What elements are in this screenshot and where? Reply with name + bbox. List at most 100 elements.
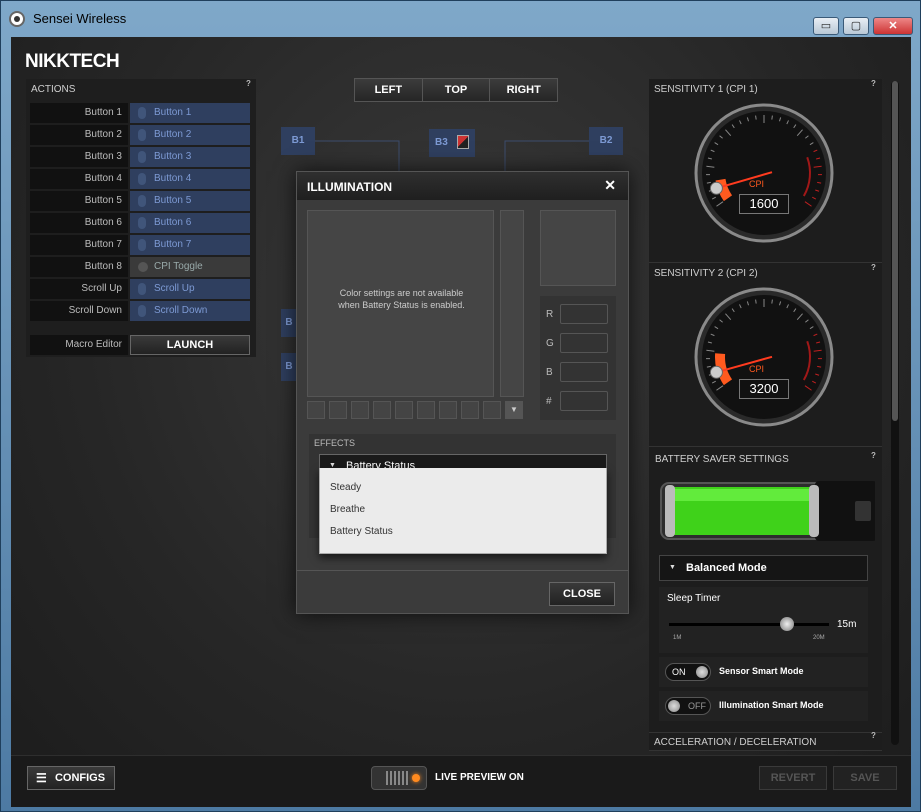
hex-label: # <box>546 396 552 407</box>
window-title: Sensei Wireless <box>33 11 127 26</box>
r-field[interactable] <box>560 304 608 324</box>
color-swatch[interactable] <box>351 401 369 419</box>
cpi-2-value[interactable]: 3200 <box>739 379 789 399</box>
effects-label: EFFECTS <box>314 438 356 448</box>
dialog-title: ILLUMINATION <box>307 180 393 194</box>
battery-icon <box>660 481 875 541</box>
gauge-tick <box>706 365 711 368</box>
node-b3-label: B3 <box>435 137 448 148</box>
cpi-1-label: CPI <box>749 179 765 189</box>
node-partial-2[interactable]: B <box>281 353 297 381</box>
option-battery-status[interactable]: Battery Status <box>330 526 393 537</box>
color-swatch[interactable] <box>417 401 435 419</box>
color-preview <box>540 210 616 286</box>
sleep-slider-track[interactable] <box>669 623 829 626</box>
effects-dropdown: Steady Breathe Battery Status <box>319 468 607 554</box>
color-picker-area[interactable]: Color settings are not available when Ba… <box>307 210 494 397</box>
cpi-2-gauge[interactable]: CPI 3200 <box>694 287 834 427</box>
battery-mode-value: Balanced Mode <box>686 562 767 574</box>
revert-button[interactable]: REVERT <box>759 766 827 790</box>
close-button[interactable]: ✕ <box>873 17 913 35</box>
color-swatch[interactable] <box>373 401 391 419</box>
gauge-knob <box>709 181 723 195</box>
gauge-tick <box>817 181 822 184</box>
g-field[interactable] <box>560 333 608 353</box>
sleep-slider-knob[interactable] <box>779 617 794 631</box>
cpi-1-gauge[interactable]: CPI 1600 <box>694 103 834 243</box>
b-label: B <box>546 367 553 378</box>
configs-button[interactable]: ☰ CONFIGS <box>27 766 115 790</box>
sensor-smart-toggle[interactable]: ON <box>665 663 711 681</box>
color-swatch[interactable] <box>395 401 413 419</box>
illum-smart-toggle[interactable]: OFF <box>665 697 711 715</box>
color-swatch[interactable] <box>461 401 479 419</box>
dialog-header: ILLUMINATION ✕ <box>297 172 628 200</box>
sensor-smart-row: ON Sensor Smart Mode <box>659 657 868 687</box>
hex-field[interactable] <box>560 391 608 411</box>
battery-help-icon[interactable]: ? <box>871 451 876 460</box>
node-b2[interactable]: B2 <box>589 127 623 155</box>
app-client: NIKKTECH ACTIONS ? Button 1 Button 1 Butto… <box>11 37 911 807</box>
gauge-tick <box>755 115 757 120</box>
gauge-knob <box>709 365 723 379</box>
sensitivity-1-help-icon[interactable]: ? <box>871 79 876 88</box>
node-b3[interactable]: B3 <box>429 129 475 157</box>
sensitivity-1-title: SENSITIVITY 1 (CPI 1) <box>654 84 758 95</box>
battery-mode-select[interactable]: ▼ Balanced Mode <box>659 555 868 581</box>
dialog-close-icon[interactable]: ✕ <box>604 177 616 194</box>
sensitivity-2-help-icon[interactable]: ? <box>871 263 876 272</box>
node-b1[interactable]: B1 <box>281 127 315 155</box>
illum-smart-row: OFF Illumination Smart Mode <box>659 691 868 721</box>
app-window: Sensei Wireless ▭ ▢ ✕ NIKKTECH ACTIONS ?… <box>0 0 921 812</box>
cpi-2-label: CPI <box>749 364 765 374</box>
cpi-1-value[interactable]: 1600 <box>739 194 789 214</box>
illum-smart-label: Illumination Smart Mode <box>719 700 824 710</box>
battery-saver-panel: BATTERY SAVER SETTINGS ? ▼ Balanced Mode… <box>649 447 882 733</box>
color-swatch-icon <box>457 135 469 149</box>
sensor-smart-label: Sensor Smart Mode <box>719 666 804 676</box>
mode-chevron-down-icon: ▼ <box>669 564 676 571</box>
dialog-close-button[interactable]: CLOSE <box>549 582 615 606</box>
gauge-tick <box>771 115 773 120</box>
illum-toggle-state: OFF <box>688 701 706 711</box>
app-icon <box>9 11 25 27</box>
gauge-tick <box>817 365 822 368</box>
scrollbar-thumb[interactable] <box>892 81 898 421</box>
bottom-bar: ☰ CONFIGS LIVE PREVIEW ON REVERT SAVE <box>11 755 911 807</box>
maximize-button[interactable]: ▢ <box>843 17 869 35</box>
b-field[interactable] <box>560 362 608 382</box>
save-button[interactable]: SAVE <box>833 766 897 790</box>
color-swatch[interactable] <box>483 401 501 419</box>
toggle-grip-icon <box>386 771 408 785</box>
acceleration-help-icon[interactable]: ? <box>871 731 876 740</box>
minimize-button[interactable]: ▭ <box>813 17 839 35</box>
sleep-min-label: 1M <box>673 635 682 641</box>
sleep-timer-panel: Sleep Timer 15m 1M 20M <box>659 587 868 653</box>
swatch-dropdown-icon[interactable]: ▼ <box>505 401 523 419</box>
option-steady[interactable]: Steady <box>330 482 361 493</box>
live-preview-toggle[interactable] <box>371 766 427 790</box>
color-swatch[interactable] <box>329 401 347 419</box>
cpi-1-gauge-dial <box>694 103 834 243</box>
title-bar[interactable]: Sensei Wireless ▭ ▢ ✕ <box>1 1 921 37</box>
node-partial-1[interactable]: B <box>281 309 297 337</box>
hue-slider[interactable] <box>500 210 524 397</box>
color-swatch[interactable] <box>439 401 457 419</box>
sleep-timer-label: Sleep Timer <box>667 593 721 604</box>
color-notice: Color settings are not available when Ba… <box>338 288 465 310</box>
r-label: R <box>546 309 554 320</box>
gauge-tick <box>755 299 757 304</box>
cpi-2-gauge-dial <box>694 287 834 427</box>
sensitivity-2-title: SENSITIVITY 2 (CPI 2) <box>654 268 758 279</box>
sensitivity-1-panel: SENSITIVITY 1 (CPI 1) ? CPI 1600 <box>649 79 882 263</box>
sleep-timer-value: 15m <box>837 619 857 630</box>
illum-toggle-knob <box>668 700 680 712</box>
gauge-face <box>702 111 826 235</box>
color-swatch[interactable] <box>307 401 325 419</box>
live-led-icon <box>412 774 420 782</box>
g-label: G <box>546 338 554 349</box>
configs-label: CONFIGS <box>54 772 106 784</box>
option-breathe[interactable]: Breathe <box>330 504 365 515</box>
scrollbar[interactable] <box>891 81 899 745</box>
sensitivity-2-panel: SENSITIVITY 2 (CPI 2) ? CPI 3200 <box>649 263 882 447</box>
